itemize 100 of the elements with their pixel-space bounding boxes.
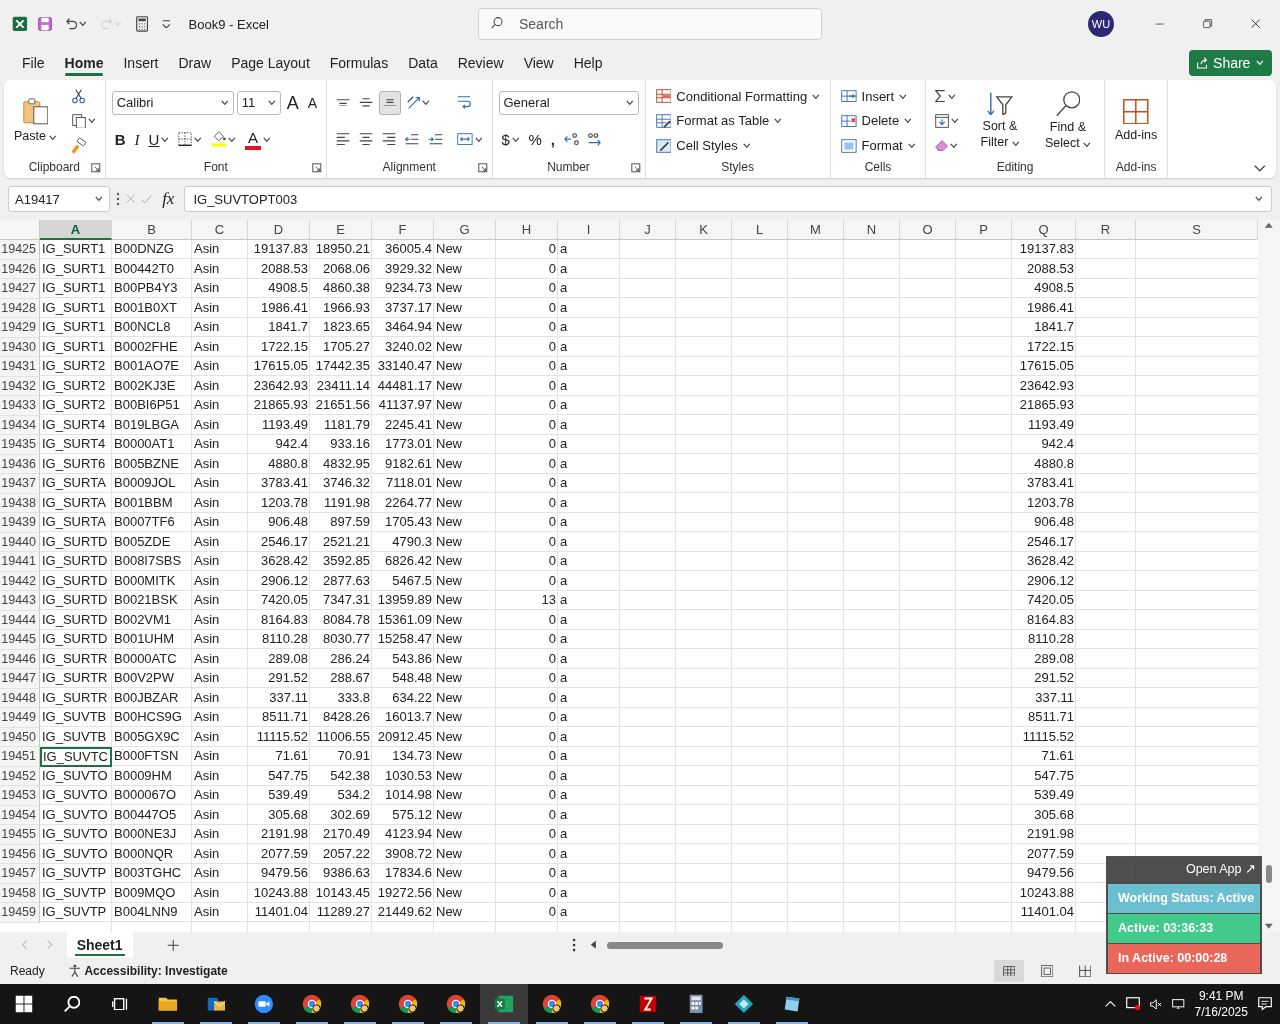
row-header[interactable]: 19441 — [0, 552, 40, 572]
ribbon-tab[interactable]: Help — [563, 48, 613, 78]
row-header[interactable]: 19427 — [0, 279, 40, 299]
comma-style-button[interactable]: , — [547, 127, 558, 152]
cell-styles-button[interactable]: Cell Styles — [651, 133, 755, 158]
dialog-launcher-icon[interactable] — [91, 163, 101, 173]
font-name-field[interactable]: Calibri — [111, 90, 234, 115]
row-header[interactable]: 19449 — [0, 708, 40, 728]
row-header[interactable]: 19445 — [0, 630, 40, 650]
spreadsheet-app-button[interactable] — [480, 984, 528, 1024]
vertical-scrollbar[interactable] — [1258, 220, 1280, 932]
row-header[interactable]: 19456 — [0, 844, 40, 864]
network-icon[interactable] — [1172, 998, 1185, 1010]
row-header[interactable]: 19425 — [0, 240, 40, 260]
row-header[interactable]: 19428 — [0, 298, 40, 318]
insert-function-button[interactable]: fx — [158, 189, 179, 209]
normal-view-button[interactable] — [994, 960, 1024, 982]
ribbon-tab[interactable]: Formulas — [319, 48, 399, 78]
ribbon-tab[interactable]: Review — [447, 48, 514, 78]
notifications-icon[interactable] — [1257, 997, 1272, 1011]
ribbon-tab[interactable]: Home — [54, 48, 114, 78]
scroll-up-icon[interactable] — [1264, 222, 1274, 229]
row-header[interactable]: 19446 — [0, 649, 40, 669]
accessibility-icon[interactable] — [68, 964, 81, 978]
format-button[interactable]: Format — [836, 133, 920, 158]
row-header[interactable]: 19439 — [0, 513, 40, 533]
column-header[interactable]: N — [844, 220, 900, 240]
grow-font-button[interactable]: A — [283, 90, 302, 115]
scroll-down-icon[interactable] — [1264, 923, 1274, 930]
row-header[interactable]: 19433 — [0, 396, 40, 416]
conditional-formatting-button[interactable]: Conditional Formatting — [651, 84, 824, 109]
currency-button[interactable]: $ — [498, 127, 523, 152]
row-header[interactable]: 19457 — [0, 864, 40, 884]
row-header[interactable]: 19452 — [0, 766, 40, 786]
column-header[interactable]: D — [248, 220, 310, 240]
number-format-field[interactable]: General — [498, 90, 639, 115]
sheet-tab[interactable]: Sheet1 — [66, 932, 133, 958]
row-header[interactable]: 19459 — [0, 903, 40, 923]
scroll-left-icon[interactable] — [590, 940, 597, 950]
row-header[interactable]: 19438 — [0, 493, 40, 513]
underline-button[interactable]: U — [145, 127, 172, 152]
active-cell[interactable]: IG_SUVTC — [40, 747, 112, 767]
account-avatar[interactable]: WU — [1088, 11, 1114, 37]
column-header[interactable]: H — [496, 220, 558, 240]
sort-filter-button[interactable]: Sort & Filter — [969, 89, 1030, 153]
row-header[interactable]: 19429 — [0, 318, 40, 338]
row-header[interactable]: 19434 — [0, 415, 40, 435]
dialog-launcher-icon[interactable] — [477, 163, 488, 173]
row-header[interactable]: 19453 — [0, 786, 40, 806]
dialog-launcher-icon[interactable] — [630, 163, 641, 173]
row-header[interactable]: 19431 — [0, 357, 40, 377]
add-sheet-icon[interactable] — [166, 938, 179, 952]
accessibility-status[interactable]: Accessibility: Investigate — [84, 964, 228, 978]
ribbon-tab[interactable]: Page Layout — [221, 48, 320, 78]
column-header[interactable]: E — [310, 220, 372, 240]
column-header[interactable]: K — [676, 220, 732, 240]
shrink-font-button[interactable]: A — [304, 90, 320, 115]
meeting-icon[interactable] — [1125, 997, 1141, 1011]
column-header[interactable]: A — [40, 220, 112, 240]
row-header[interactable]: 19450 — [0, 727, 40, 747]
ribbon-tab[interactable]: File — [12, 48, 55, 78]
row-header[interactable]: 19447 — [0, 669, 40, 689]
column-header[interactable]: R — [1076, 220, 1136, 240]
find-select-button[interactable]: Find & Select — [1037, 88, 1098, 154]
row-header[interactable]: 19435 — [0, 435, 40, 455]
row-header[interactable]: 19443 — [0, 591, 40, 611]
clock-time[interactable]: 9:41 PM — [1198, 988, 1244, 1004]
dialog-launcher-icon[interactable] — [312, 163, 322, 173]
share-button[interactable]: Share — [1188, 50, 1272, 76]
column-header[interactable]: I — [558, 220, 620, 240]
row-header[interactable]: 19436 — [0, 454, 40, 474]
row-header[interactable]: 19426 — [0, 259, 40, 279]
clock-date[interactable]: 7/16/2025 — [1194, 1004, 1248, 1020]
more-icon[interactable] — [116, 192, 120, 206]
bottom-align-button[interactable] — [379, 90, 402, 115]
row-header[interactable]: 19454 — [0, 805, 40, 825]
column-header[interactable]: J — [620, 220, 676, 240]
row-header[interactable]: 19437 — [0, 474, 40, 494]
column-header[interactable]: O — [900, 220, 956, 240]
column-header[interactable]: B — [112, 220, 192, 240]
row-header[interactable]: 19430 — [0, 337, 40, 357]
format-as-table-button[interactable]: Format as Table — [651, 109, 786, 133]
collapse-ribbon-icon[interactable] — [1254, 165, 1266, 172]
row-header[interactable]: 19458 — [0, 883, 40, 903]
chevron-up-icon[interactable] — [1104, 1000, 1116, 1008]
column-header[interactable]: Q — [1012, 220, 1076, 240]
scrollbar-thumb[interactable] — [606, 941, 723, 949]
column-header[interactable]: C — [192, 220, 248, 240]
row-header[interactable]: 19432 — [0, 376, 40, 396]
column-header[interactable]: P — [956, 220, 1012, 240]
insert-button[interactable]: Insert — [836, 84, 911, 109]
ribbon-tab[interactable]: Insert — [113, 48, 169, 78]
paste-button[interactable]: Paste — [10, 96, 62, 146]
row-header[interactable]: 19448 — [0, 688, 40, 708]
delete-button[interactable]: Delete — [836, 109, 916, 133]
scrollbar-thumb[interactable] — [1266, 865, 1272, 884]
row-header[interactable]: 19442 — [0, 571, 40, 591]
ribbon-tab[interactable]: Draw — [168, 48, 222, 78]
column-header[interactable]: G — [434, 220, 496, 240]
column-header[interactable]: S — [1136, 220, 1258, 240]
